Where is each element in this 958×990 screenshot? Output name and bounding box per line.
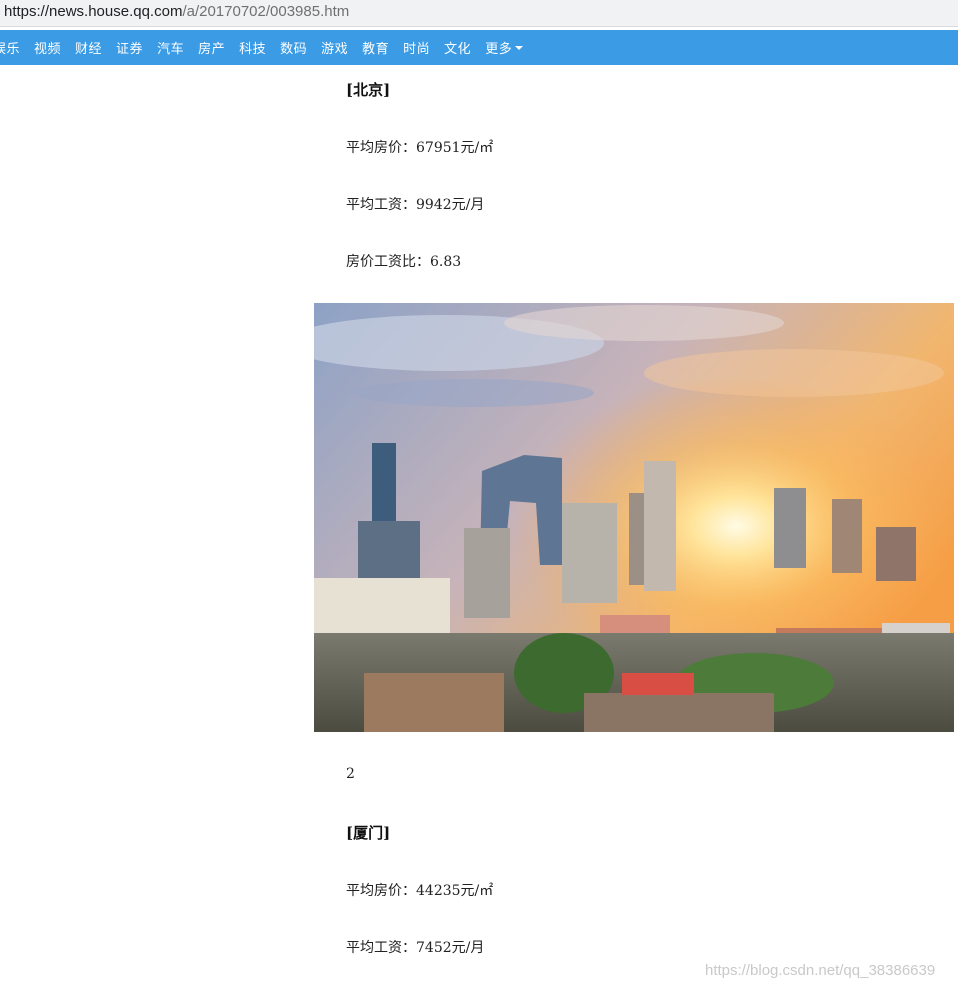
nav-item-games[interactable]: 游戏 — [321, 38, 348, 57]
nav-item-fashion[interactable]: 时尚 — [403, 38, 430, 57]
url-text[interactable]: https://news.house.qq.com/a/20170702/003… — [4, 3, 349, 21]
nav-item-auto[interactable]: 汽车 — [157, 38, 184, 57]
nav-item-finance[interactable]: 财经 — [75, 38, 102, 57]
url-path: /a/20170702/003985.htm — [182, 3, 350, 20]
city-heading-xiamen: [厦门] — [346, 824, 391, 842]
image-number: 2 — [346, 766, 355, 782]
caret-down-icon — [515, 45, 524, 50]
url-host: https://news.house.qq.com — [4, 3, 183, 20]
skyline-illustration — [314, 303, 954, 732]
xiamen-avg-salary: 平均工资：7452元/月 — [346, 940, 485, 956]
nav-more-label: 更多 — [485, 42, 513, 57]
xiamen-avg-price: 平均房价：44235元/㎡ — [346, 883, 494, 899]
nav-more-dropdown[interactable]: 更多 — [485, 38, 524, 57]
beijing-avg-price: 平均房价：67951元/㎡ — [346, 140, 494, 156]
nav-item-video[interactable]: 视频 — [34, 38, 61, 57]
nav-item-house[interactable]: 房产 — [198, 38, 225, 57]
csdn-watermark: https://blog.csdn.net/qq_38386639 — [705, 962, 936, 979]
nav-item-digital[interactable]: 数码 — [280, 38, 307, 57]
beijing-skyline-photo — [314, 303, 954, 732]
nav-item-education[interactable]: 教育 — [362, 38, 389, 57]
nav-item-tech[interactable]: 科技 — [239, 38, 266, 57]
beijing-avg-salary: 平均工资：9942元/月 — [346, 197, 485, 213]
nav-item-stocks[interactable]: 证券 — [116, 38, 143, 57]
nav-item-culture[interactable]: 文化 — [444, 38, 471, 57]
city-heading-beijing: [北京] — [346, 81, 391, 99]
nav-item-entertainment[interactable]: 娱乐 — [0, 38, 20, 57]
channel-nav-items: 娱乐 视频 财经 证券 汽车 房产 科技 数码 游戏 教育 时尚 文化 更多 — [0, 30, 537, 65]
beijing-price-salary-ratio: 房价工资比：6.83 — [346, 254, 462, 270]
address-bar[interactable]: https://news.house.qq.com/a/20170702/003… — [0, 0, 958, 27]
channel-nav-bar: 娱乐 视频 财经 证券 汽车 房产 科技 数码 游戏 教育 时尚 文化 更多 — [0, 30, 958, 65]
